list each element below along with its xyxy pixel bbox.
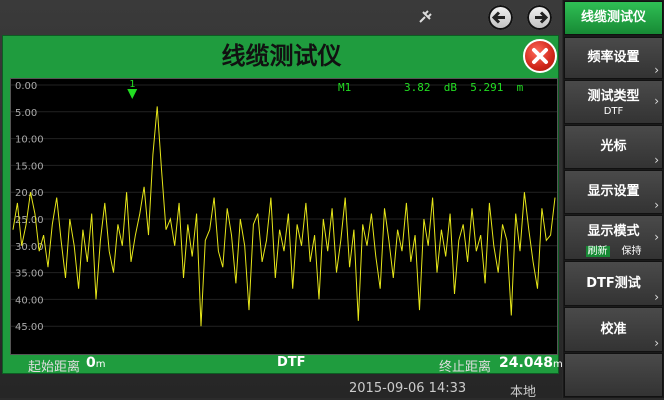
arrow-left-icon [491, 11, 505, 24]
display-settings-button[interactable]: 显示设置 › [564, 170, 663, 214]
y-tick-label: 10.00 [15, 135, 44, 146]
marker-triangle[interactable] [127, 89, 138, 99]
chevron-right-icon: › [654, 229, 659, 244]
plug-icon [419, 10, 432, 23]
mode-label: DTF [277, 355, 306, 370]
mode-refresh[interactable]: 刷新 [585, 246, 610, 257]
y-tick-label: 5.00 [15, 108, 37, 119]
empty-softkey[interactable] [564, 353, 663, 397]
test-type-value: DTF [603, 106, 624, 117]
forward-button[interactable] [527, 5, 552, 30]
location-mode: 本地 [510, 385, 537, 400]
stop-distance-value[interactable]: 24.048m [499, 355, 563, 371]
calibration-button[interactable]: 校准 › [564, 307, 663, 352]
top-toolbar [0, 0, 562, 34]
y-tick-label: 45.00 [15, 322, 44, 333]
window-title: 线缆测试仪 [221, 42, 342, 70]
y-tick-label: 15.00 [15, 161, 44, 172]
chevron-right-icon: › [654, 94, 659, 108]
menu-title: 线缆测试仪 [564, 1, 663, 35]
test-type-button[interactable]: 测试类型 DTF › [564, 80, 663, 124]
dtf-plot[interactable]: 0.00 5.00 10.00 15.00 20.00 25.00 30.00 35.00 40… [10, 78, 558, 355]
back-button[interactable] [488, 5, 513, 30]
display-mode-button[interactable]: 显示模式 刷新 保持 › [564, 215, 663, 260]
y-tick-label: 40.00 [15, 295, 44, 306]
datetime: 2015-09-06 14:33 [349, 381, 467, 396]
y-tick-label: 0.00 [15, 81, 37, 92]
plot-canvas: 0.005.0010.0015.0020.0025.0030.0035.0040… [11, 79, 557, 333]
dtf-test-button[interactable]: DTF测试 › [564, 261, 663, 306]
freq-settings-button[interactable]: 频率设置 › [564, 37, 663, 79]
main-panel: 线缆测试仪 0.00 5.00 10.00 15.00 20.00 25.00 30.00 3… [0, 0, 563, 400]
marker-button[interactable]: 光标 › [564, 125, 663, 169]
marker-readout: 3.82 dB 5.291 m [404, 81, 524, 94]
marker-number: 1 [129, 79, 135, 90]
marker-label: M1 [338, 81, 351, 94]
arrow-right-icon [535, 11, 549, 24]
trace-line [12, 106, 556, 327]
start-distance-label: 起始距离 [28, 360, 81, 375]
y-tick-label: 35.00 [15, 269, 44, 280]
start-distance-value[interactable]: 0m [86, 355, 106, 371]
close-icon [532, 48, 548, 64]
close-button[interactable] [523, 39, 557, 73]
mode-hold[interactable]: 保持 [622, 246, 642, 257]
stop-distance-label: 终止距离 [439, 360, 492, 375]
status-bar: 2015-09-06 14:33 本地 [0, 378, 562, 400]
plot-footer: 起始距离 0m DTF 终止距离 24.048m [2, 354, 563, 375]
softkey-panel: 线缆测试仪 频率设置 › 测试类型 DTF › 光标 › 显示设置 › 显示模式 刷新 保持… [563, 0, 664, 398]
analyzer-window: 线缆测试仪 0.00 5.00 10.00 15.00 20.00 25.00 30.00 3… [2, 35, 559, 374]
